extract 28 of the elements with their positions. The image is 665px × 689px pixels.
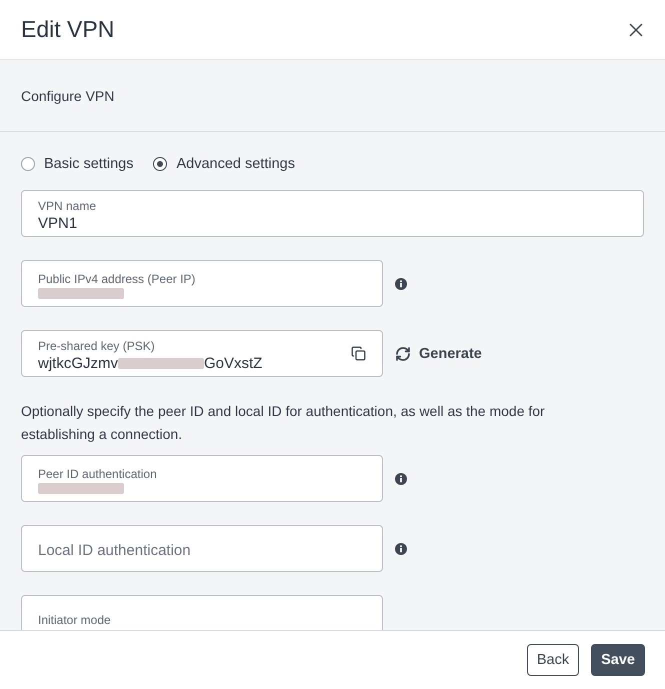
input-field[interactable]: Peer ID authentication	[21, 455, 383, 502]
radio-option[interactable]: Basic settings	[21, 156, 134, 172]
input-field[interactable]: Initiator mode	[21, 595, 383, 630]
generate-button[interactable]: Generate	[395, 346, 482, 362]
field-label: Public IPv4 address (Peer IP)	[38, 272, 196, 286]
radio-option[interactable]: Advanced settings	[153, 156, 295, 172]
field-label: VPN name	[38, 198, 98, 212]
field-value: VPN1	[38, 214, 78, 232]
dialog-title: Edit VPN	[21, 16, 114, 43]
section-title: Configure VPN	[0, 60, 665, 132]
field-value: GoVxstZ	[204, 354, 262, 372]
field-label: Peer ID authentication	[38, 466, 158, 480]
field-label: Pre-shared key (PSK)	[38, 338, 156, 352]
field-label: Initiator mode	[38, 613, 112, 627]
info-icon[interactable]	[395, 472, 407, 484]
refresh-icon	[395, 346, 411, 362]
back-button[interactable]: Back	[526, 644, 580, 676]
field-placeholder: Local ID authentication	[38, 542, 192, 558]
help-text: Optionally specify the peer ID and local ID for authentication, as well as the mode for establishing a connection.	[21, 402, 546, 444]
input-field[interactable]: Local ID authentication	[21, 525, 383, 572]
input-field[interactable]: Public IPv4 address (Peer IP)	[21, 260, 383, 307]
field-value: wjtkcGJzmv	[38, 354, 118, 372]
save-button[interactable]: Save	[591, 644, 645, 676]
info-icon[interactable]	[395, 278, 407, 290]
info-icon[interactable]	[395, 542, 407, 554]
copy-icon[interactable]	[351, 346, 366, 361]
input-field[interactable]: Pre-shared key (PSK) wjtkcGJzmv GoVxstZ	[21, 330, 383, 377]
input-field[interactable]: VPN name VPN1	[21, 190, 644, 237]
